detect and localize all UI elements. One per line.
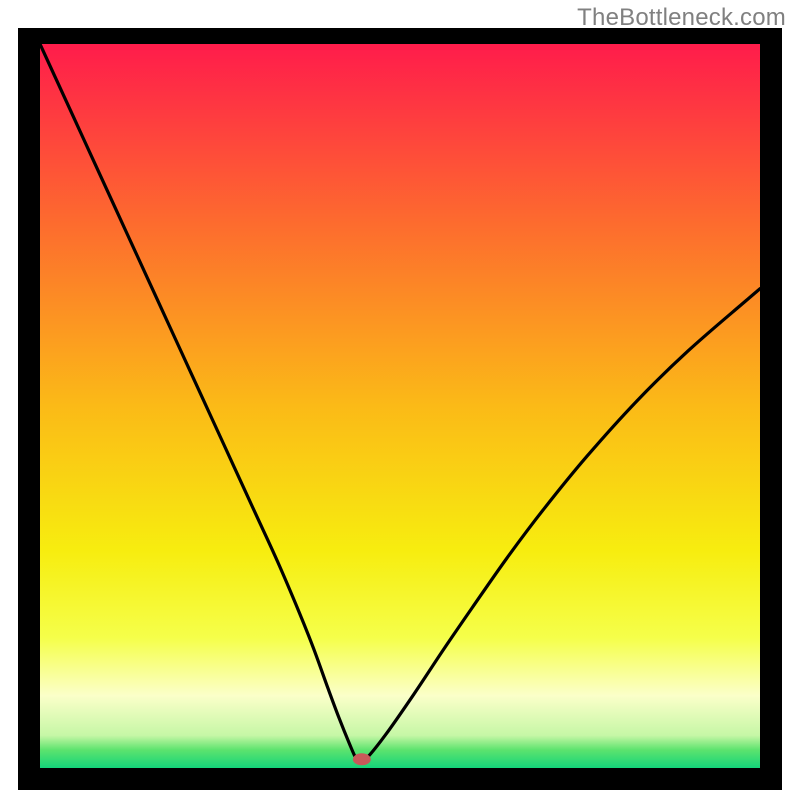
chart-container: TheBottleneck.com [0, 0, 800, 800]
chart-frame [18, 28, 782, 790]
chart-plot-area [40, 44, 760, 768]
optimum-marker [353, 753, 371, 765]
chart-svg [40, 44, 760, 768]
